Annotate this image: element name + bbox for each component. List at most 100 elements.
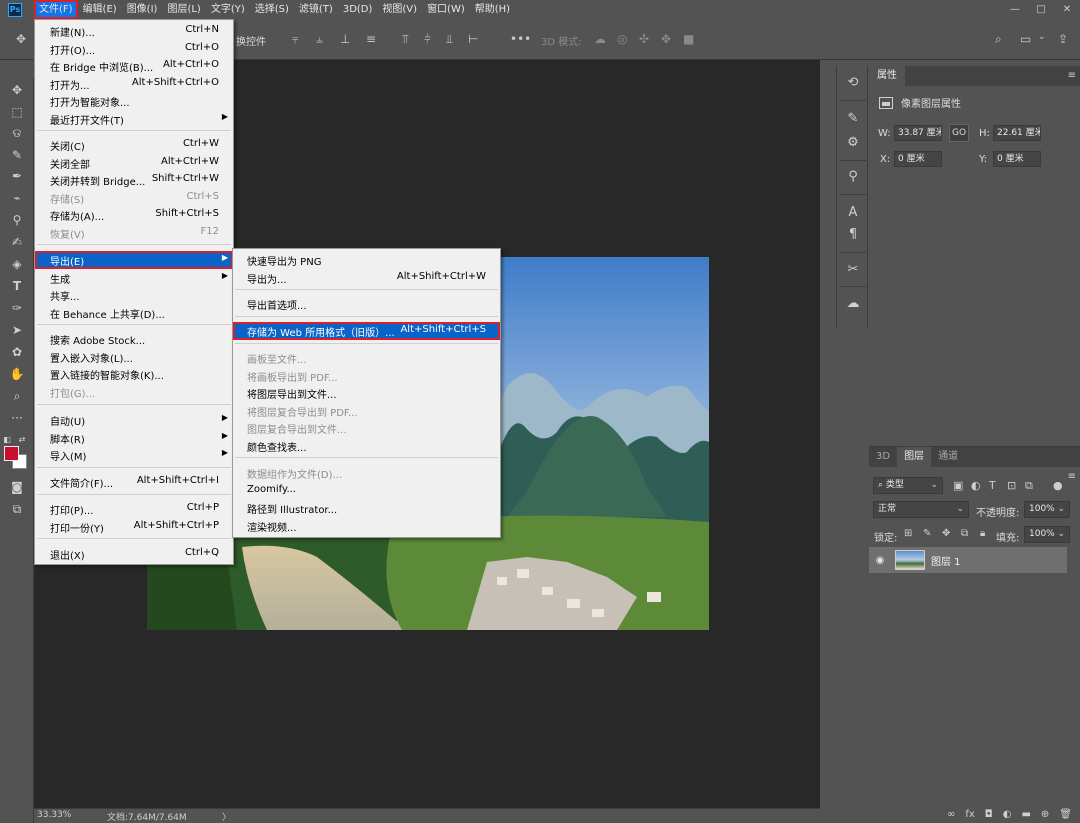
filter-pixel-icon[interactable]: ▣ <box>953 479 963 492</box>
layer-mask-icon[interactable]: ◘ <box>985 809 993 820</box>
menu-view[interactable]: 视图(V) <box>377 0 422 19</box>
new-group-icon[interactable]: ▬ <box>1021 809 1030 820</box>
menu-item-export-preferences[interactable]: 导出首选项... <box>233 295 500 313</box>
y-position-field[interactable]: 0 厘米 <box>993 151 1041 167</box>
menu-item-search-stock[interactable]: 搜索 Adobe Stock... <box>35 330 233 348</box>
menu-item-export-as[interactable]: 导出为... Alt+Shift+Ctrl+W <box>233 269 500 287</box>
lock-all-icon[interactable]: 🔒︎ <box>980 528 985 539</box>
more-options-icon[interactable]: ••• <box>510 32 531 46</box>
paragraph-panel-icon[interactable]: ¶ <box>843 224 863 244</box>
x-position-field[interactable]: 0 厘米 <box>894 151 942 167</box>
clone-stamp-icon[interactable]: ⚲ <box>8 211 26 229</box>
share-icon[interactable]: ⇪ <box>1058 32 1068 46</box>
filter-smart-icon[interactable]: ⧉ <box>1025 479 1033 493</box>
width-field[interactable]: 33.87 厘米 <box>894 125 942 141</box>
menu-item-import[interactable]: 导入(M) ▶ <box>35 446 233 464</box>
type-icon[interactable]: T <box>8 277 26 295</box>
panel-menu-icon[interactable]: ≡ <box>1068 70 1076 81</box>
adjustments-icon[interactable]: ⚙ <box>843 132 863 152</box>
status-menu-arrow[interactable]: 〉 <box>222 810 231 823</box>
minimize-icon[interactable]: — <box>1002 0 1028 19</box>
tab-3d[interactable]: 3D <box>869 447 897 467</box>
menu-item-color-lookup-tables[interactable]: 颜色查找表... <box>233 437 500 455</box>
menu-item-layers-to-files[interactable]: 将图层导出到文件... <box>233 384 500 402</box>
menu-item-recent-files[interactable]: 最近打开文件(T) ▶ <box>35 110 233 128</box>
align-vcenter-icon[interactable]: ⫨ <box>316 32 323 47</box>
lock-image-icon[interactable]: ✎ <box>923 528 931 539</box>
menu-item-export[interactable]: 导出(E) ▶ <box>35 251 233 269</box>
menu-item-save-for-web[interactable]: 存储为 Web 所用格式（旧版）... Alt+Shift+Ctrl+S <box>233 322 500 340</box>
menu-item-render-video[interactable]: 渲染视频... <box>233 517 500 535</box>
menu-file[interactable]: 文件(F) <box>34 0 78 19</box>
menu-image[interactable]: 图像(I) <box>122 0 163 19</box>
menu-item-print-one-copy[interactable]: 打印一份(Y) Alt+Shift+Ctrl+P <box>35 518 233 536</box>
distribute-bottom-icon[interactable]: ⫫ <box>446 32 453 47</box>
menu-item-browse-bridge[interactable]: 在 Bridge 中浏览(B)... Alt+Ctrl+O <box>35 57 233 75</box>
adjustment-layer-icon[interactable]: ◐ <box>1003 809 1012 820</box>
menu-type[interactable]: 文字(Y) <box>206 0 250 19</box>
foreground-color-swatch[interactable] <box>4 446 19 461</box>
quick-mask-icon[interactable]: ◙ <box>8 478 26 496</box>
menu-select[interactable]: 选择(S) <box>250 0 294 19</box>
move-icon[interactable]: ✥ <box>8 81 26 99</box>
3d-roll-icon[interactable]: ◎ <box>617 32 627 46</box>
tab-channels[interactable]: 通道 <box>931 447 965 467</box>
menu-item-open-smart-object[interactable]: 打开为智能对象... <box>35 92 233 110</box>
filter-toggle-icon[interactable]: ● <box>1053 479 1063 492</box>
filter-type-icon[interactable]: T <box>989 479 996 492</box>
link-layers-icon[interactable]: ∞ <box>947 809 955 820</box>
move-icon[interactable]: ✥ <box>16 32 26 46</box>
layer-name[interactable]: 图层 1 <box>931 553 961 568</box>
menu-item-share[interactable]: 共享... <box>35 286 233 304</box>
menu-help[interactable]: 帮助(H) <box>470 0 515 19</box>
menu-item-automate[interactable]: 自动(U) ▶ <box>35 411 233 429</box>
3d-pan-icon[interactable]: ✣ <box>639 32 649 46</box>
menu-item-open[interactable]: 打开(O)... Ctrl+O <box>35 40 233 58</box>
restore-icon[interactable]: □ <box>1028 0 1054 19</box>
menu-item-close[interactable]: 关闭(C) Ctrl+W <box>35 136 233 154</box>
filter-adjustment-icon[interactable]: ◐ <box>971 479 981 492</box>
distribute-vcenter-icon[interactable]: ⫩ <box>424 32 431 47</box>
opacity-field[interactable]: 100% ⌄ <box>1024 501 1070 518</box>
show-transform-controls-label[interactable]: 换控件 <box>236 33 266 48</box>
more-tools-icon[interactable]: ··· <box>8 409 26 427</box>
tab-layers[interactable]: 图层 <box>897 447 932 467</box>
menu-item-close-all[interactable]: 关闭全部 Alt+Ctrl+W <box>35 154 233 172</box>
3d-slide-icon[interactable]: ✥ <box>661 32 671 46</box>
layer-style-icon[interactable]: fx <box>965 809 974 820</box>
menu-item-zoomify[interactable]: Zoomify... <box>233 482 500 500</box>
shape-icon[interactable]: ✿ <box>8 343 26 361</box>
path-select-icon[interactable]: ➤ <box>8 321 26 339</box>
screen-mode-icon[interactable]: ⧉ <box>8 500 26 518</box>
menu-item-file-info[interactable]: 文件简介(F)... Alt+Shift+Ctrl+I <box>35 473 233 491</box>
menu-item-save-as[interactable]: 存储为(A)... Shift+Ctrl+S <box>35 206 233 224</box>
align-left-icon[interactable]: ≡ <box>366 32 376 46</box>
close-icon[interactable]: ✕ <box>1054 0 1080 19</box>
menu-edit[interactable]: 编辑(E) <box>78 0 122 19</box>
menu-item-share-behance[interactable]: 在 Behance 上共享(D)... <box>35 304 233 322</box>
menu-item-exit[interactable]: 退出(X) Ctrl+Q <box>35 545 233 563</box>
menu-item-open-as[interactable]: 打开为... Alt+Shift+Ctrl+O <box>35 75 233 93</box>
distribute-top-icon[interactable]: ⫪ <box>402 32 409 47</box>
menu-item-new[interactable]: 新建(N)... Ctrl+N <box>35 22 233 40</box>
menu-item-place-embedded[interactable]: 置入嵌入对象(L)... <box>35 348 233 366</box>
align-bottom-icon[interactable]: ⊥ <box>340 32 350 46</box>
eyedropper-icon[interactable]: ✒ <box>8 167 26 185</box>
chevron-down-icon[interactable]: ⌄ <box>1038 32 1046 42</box>
healing-brush-icon[interactable]: ⌁ <box>8 189 26 207</box>
lasso-icon[interactable]: ଡ <box>8 124 26 142</box>
lock-artboard-icon[interactable]: ⧉ <box>961 528 968 539</box>
history-panel-icon[interactable]: ⟲ <box>843 72 863 92</box>
eraser-icon[interactable]: ◈ <box>8 255 26 273</box>
menu-item-generate[interactable]: 生成 ▶ <box>35 269 233 287</box>
zoom-icon[interactable]: ⌕ <box>8 387 26 405</box>
character-panel-icon[interactable]: A <box>843 202 863 222</box>
3d-orbit-icon[interactable]: ☁ <box>594 32 606 46</box>
clone-source-icon[interactable]: ⚲ <box>843 166 863 186</box>
menu-filter[interactable]: 滤镜(T) <box>294 0 338 19</box>
menu-item-place-linked[interactable]: 置入链接的智能对象(K)... <box>35 365 233 383</box>
menu-window[interactable]: 窗口(W) <box>422 0 470 19</box>
filter-shape-icon[interactable]: ⊡ <box>1007 479 1016 492</box>
pen-icon[interactable]: ✑ <box>8 299 26 317</box>
menu-item-paths-to-illustrator[interactable]: 路径到 Illustrator... <box>233 499 500 517</box>
